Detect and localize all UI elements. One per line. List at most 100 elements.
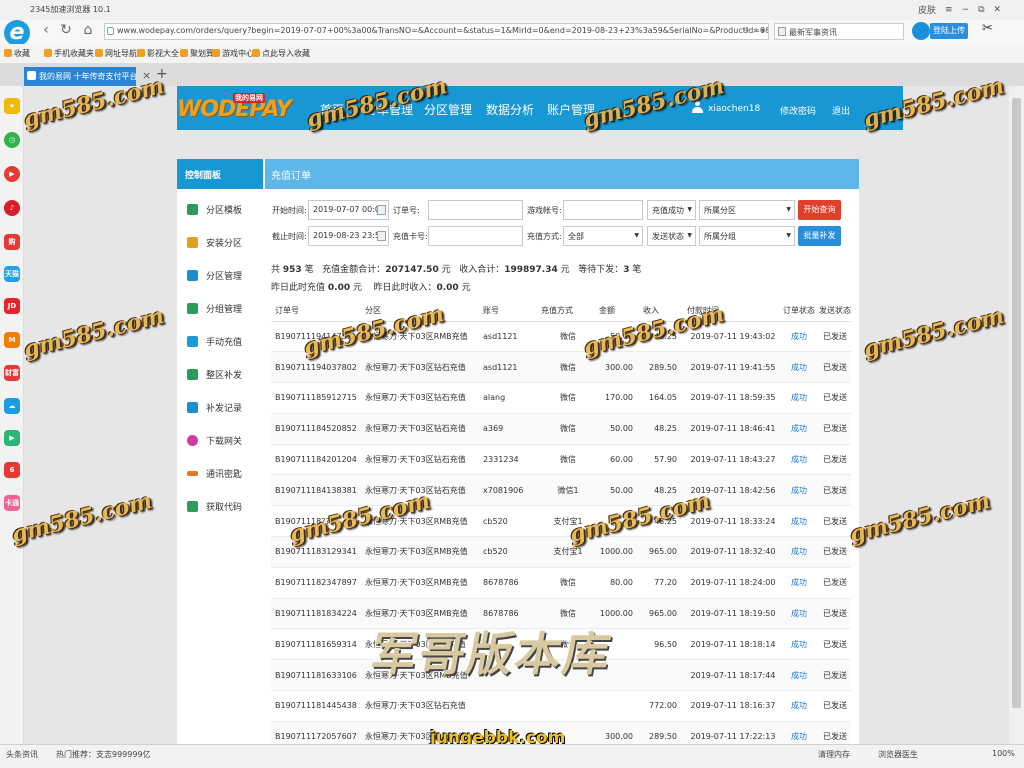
cell-order-status[interactable]: 成功 [779, 444, 815, 476]
cell-order-status[interactable]: 成功 [779, 721, 815, 744]
sidebar-item-label: 安装分区 [206, 238, 243, 249]
nav-analysis[interactable]: 数据分析 [486, 101, 534, 118]
cell-account: x7081906 [479, 474, 537, 507]
mi-icon[interactable]: M [4, 332, 20, 348]
address-bar[interactable]: www.wodepay.com/orders/query?begin=2019-… [104, 23, 769, 40]
recharge-method-select[interactable]: 全部 [563, 226, 643, 246]
close-button[interactable]: ✕ [994, 5, 1002, 15]
table-row: B190711185912715 永恒寒刀·天下03区钻石充值 alang 微信 170… [271, 382, 851, 414]
status-hot[interactable]: 热门推荐：支志999999亿 [56, 749, 151, 760]
cell-order-status[interactable]: 成功 [779, 536, 815, 568]
finance-icon[interactable]: 财富 [4, 365, 20, 381]
shop-icon[interactable]: 购 [4, 234, 20, 250]
travel-icon[interactable]: 卡通 [4, 495, 20, 511]
calendar-icon[interactable] [377, 231, 386, 241]
cell-income: 965.00 [639, 598, 683, 630]
start-time-input[interactable]: 2019-07-07 00:00 [308, 200, 389, 220]
music-icon[interactable]: ♪ [4, 200, 20, 216]
status-zoom[interactable]: 100% [992, 749, 1015, 758]
jd-icon[interactable]: JD [4, 298, 20, 314]
status-browser-doctor[interactable]: 浏览器医生 [878, 749, 918, 760]
video-icon[interactable]: ▶ [4, 430, 20, 446]
home-button[interactable]: ⌂ [80, 22, 96, 38]
login-upload-button[interactable]: 登陆上传 [930, 23, 968, 39]
start-time-value: 2019-07-07 00:00 [313, 205, 386, 214]
card-no-input[interactable] [428, 226, 523, 246]
clock-icon[interactable]: ◷ [4, 132, 20, 148]
cell-order-status[interactable]: 成功 [779, 505, 815, 538]
news-search-box[interactable]: 最新军事资讯 [774, 23, 904, 40]
cell-order-status[interactable]: 成功 [779, 382, 815, 414]
bookmark-item[interactable]: 网址导航 [95, 48, 137, 59]
cell-order-status[interactable]: 成功 [779, 474, 815, 507]
minimize-button[interactable]: − [962, 5, 970, 15]
send-status-select[interactable]: 发送状态 [647, 226, 696, 246]
sidebar-item-groups[interactable]: 分组管理 [187, 300, 242, 316]
cell-order-status[interactable]: 成功 [779, 598, 815, 630]
batch-resend-button[interactable]: 批量补发 [798, 226, 841, 246]
cell-zone: 永恒寒刀·天下03区钻石充值 [361, 690, 479, 722]
cell-account: a369 [479, 413, 537, 445]
cell-order-status[interactable]: 成功 [779, 628, 815, 661]
site-info-icon[interactable] [107, 27, 114, 35]
sidebar-item-zone-resend[interactable]: 整区补发 [187, 366, 242, 382]
skin-button[interactable]: 皮肤 [918, 3, 936, 16]
query-button[interactable]: 开始查询 [798, 200, 841, 220]
cloud-app-icon[interactable]: ☁ [4, 398, 20, 414]
restore-button[interactable]: ⧉ [978, 5, 984, 15]
cloud-icon[interactable] [912, 22, 930, 40]
page-scrollbar-thumb[interactable] [1012, 98, 1021, 708]
nav-zones[interactable]: 分区管理 [424, 101, 472, 118]
cell-order-status[interactable]: 成功 [779, 659, 815, 692]
status-news[interactable]: 头条资讯 [6, 749, 38, 760]
status-clean-memory[interactable]: 清理内存 [818, 749, 850, 760]
cell-account: asd1121 [479, 321, 537, 353]
bookmark-item[interactable]: 聚划算 [180, 48, 214, 59]
tmall-icon[interactable]: 天猫 [4, 266, 20, 282]
cell-order-status[interactable]: 成功 [779, 413, 815, 445]
menu-icon[interactable]: ≡ [945, 5, 953, 15]
cell-order-status[interactable]: 成功 [779, 351, 815, 384]
sidebar-item-label: 通讯密匙 [206, 469, 243, 480]
star-icon[interactable]: ★ [4, 98, 20, 114]
cell-send-status: 已发送 [815, 628, 851, 661]
cell-order-status[interactable]: 成功 [779, 321, 815, 353]
sidebar-item-install[interactable]: 安装分区 [187, 234, 242, 250]
zone-select[interactable]: 所属分区 [699, 200, 795, 220]
sidebar-item-zones[interactable]: 分区管理 [187, 267, 242, 283]
end-time-input[interactable]: 2019-08-23 23:59 [308, 226, 389, 246]
cell-order-status[interactable]: 成功 [779, 567, 815, 599]
back-button[interactable]: ‹ [38, 22, 54, 38]
recharge-status-select[interactable]: 充值成功 [647, 200, 696, 220]
sidebar-item-secret-key[interactable]: 通讯密匙 [187, 465, 242, 481]
game6-icon[interactable]: 6 [4, 462, 20, 478]
sidebar-item-manual-recharge[interactable]: 手动充值 [187, 333, 242, 349]
bookmark-item[interactable]: 手机收藏夹 [44, 48, 94, 59]
group-select[interactable]: 所属分组 [699, 226, 795, 246]
sidebar-item-resend-log[interactable]: 补发记录 [187, 399, 242, 415]
cell-send-status: 已发送 [815, 413, 851, 445]
start-time-label: 开始时间: [272, 206, 307, 215]
sidebar-item-get-code[interactable]: 获取代码 [187, 498, 242, 514]
calendar-icon[interactable] [377, 205, 386, 215]
change-password-link[interactable]: 修改密码 [780, 104, 816, 117]
order-no-input[interactable] [428, 200, 523, 220]
browser-titlebar [0, 0, 1024, 20]
refresh-button[interactable]: ↻ [58, 22, 74, 38]
sidebar-item-template[interactable]: 分区模板 [187, 201, 242, 217]
play-icon[interactable]: ▶ [4, 166, 20, 182]
table-row: B190711182347897 永恒寒刀·天下03区RMB充值 8678786 微信… [271, 567, 851, 599]
logout-link[interactable]: 退出 [832, 104, 850, 117]
scissors-icon[interactable]: ✂ [982, 21, 993, 36]
bookmark-item[interactable]: 收藏 [4, 48, 30, 59]
bookmark-item[interactable]: 影视大全 [137, 48, 179, 59]
bookmark-item[interactable]: 游戏中心 [212, 48, 254, 59]
address-actions-icon[interactable]: ✈ ⚡ ▾ [744, 26, 765, 35]
cell-pay-time: 2019-07-11 18:43:27 [683, 444, 779, 476]
game-account-input[interactable] [563, 200, 643, 220]
address-url: www.wodepay.com/orders/query?begin=2019-… [117, 26, 769, 35]
bookmark-item[interactable]: 点此导入收藏 [252, 48, 310, 59]
sidebar-item-download-gateway[interactable]: 下载网关 [187, 432, 242, 448]
cell-send-status: 已发送 [815, 659, 851, 692]
cell-order-status[interactable]: 成功 [779, 690, 815, 722]
